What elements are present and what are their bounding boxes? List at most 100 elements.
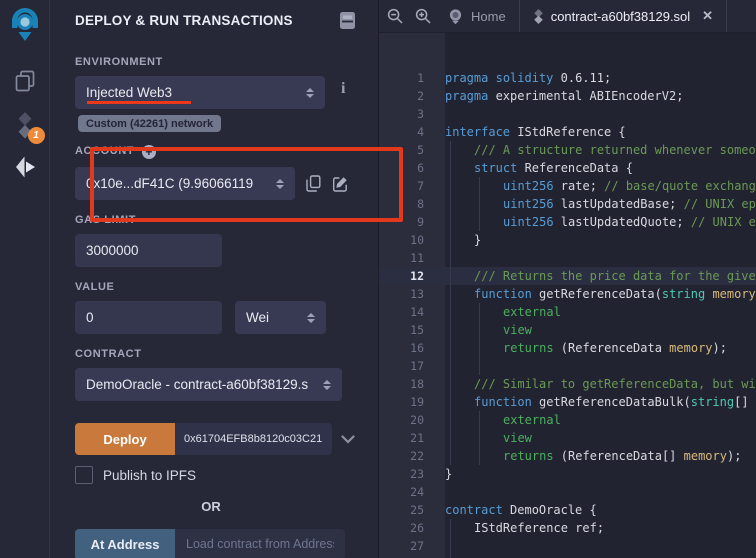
line-number: 2 bbox=[379, 87, 445, 105]
line-content: uint256 lastUpdatedBase; // UNIX epoch bbox=[445, 195, 756, 213]
compiler-badge: 1 bbox=[28, 127, 45, 144]
at-address-input[interactable] bbox=[175, 529, 345, 558]
deploy-run-icon[interactable] bbox=[12, 155, 38, 179]
code-line[interactable]: 15view bbox=[379, 321, 756, 339]
close-icon[interactable]: ✕ bbox=[702, 8, 713, 24]
code-line[interactable]: 24 bbox=[379, 483, 756, 501]
code-editor[interactable]: 1pragma solidity 0.6.11;2pragma experime… bbox=[379, 33, 756, 558]
line-number: 23 bbox=[379, 465, 445, 483]
code-line[interactable]: 3 bbox=[379, 105, 756, 123]
code-line[interactable]: 23} bbox=[379, 465, 756, 483]
code-line[interactable]: 27 bbox=[379, 537, 756, 555]
panel-title: DEPLOY & RUN TRANSACTIONS bbox=[75, 13, 293, 28]
account-label: ACCOUNT bbox=[75, 145, 134, 157]
copy-icon[interactable] bbox=[306, 175, 321, 192]
line-content: /// A structure returned whenever someon… bbox=[445, 141, 756, 159]
line-content: pragma solidity 0.6.11; bbox=[445, 69, 756, 87]
code-line[interactable]: 17 bbox=[379, 357, 756, 375]
deploy-run-panel: DEPLOY & RUN TRANSACTIONS ENVIRONMENT In… bbox=[50, 0, 378, 558]
line-content bbox=[445, 537, 756, 555]
remix-ide: 1 DEPLOY & RUN TRANSACTIONS ENVIRONMENT bbox=[0, 0, 756, 558]
tab-label: contract-a60bf38129.sol bbox=[551, 9, 690, 24]
line-content: uint256 lastUpdatedQuote; // UNIX epoch bbox=[445, 213, 756, 231]
line-content bbox=[445, 249, 756, 267]
line-number: 4 bbox=[379, 123, 445, 141]
code-line[interactable]: 6struct ReferenceData { bbox=[379, 159, 756, 177]
value-unit: Wei bbox=[246, 310, 301, 325]
line-number: 7 bbox=[379, 177, 445, 195]
line-number: 5 bbox=[379, 141, 445, 159]
chevron-down-icon[interactable] bbox=[341, 435, 355, 444]
account-value: 0x10e...dF41C (9.96066119 bbox=[86, 176, 270, 191]
solidity-file-icon bbox=[533, 9, 544, 24]
line-content: returns (ReferenceData memory); bbox=[445, 339, 756, 357]
line-content: view bbox=[445, 321, 756, 339]
line-content: struct ReferenceData { bbox=[445, 159, 756, 177]
tab-home[interactable]: Home bbox=[441, 0, 519, 32]
info-icon[interactable]: i bbox=[341, 80, 345, 98]
home-icon bbox=[447, 8, 464, 25]
line-content: IStdReference ref; bbox=[445, 519, 756, 537]
line-number: 26 bbox=[379, 519, 445, 537]
code-line[interactable]: 2pragma experimental ABIEncoderV2; bbox=[379, 87, 756, 105]
contract-label: CONTRACT bbox=[75, 348, 378, 360]
select-arrows-icon bbox=[323, 380, 331, 390]
zoom-in-icon[interactable] bbox=[415, 8, 431, 24]
code-line[interactable]: 8uint256 lastUpdatedBase; // UNIX epoch bbox=[379, 195, 756, 213]
gas-limit-input[interactable] bbox=[75, 234, 222, 267]
add-account-icon[interactable]: + bbox=[142, 145, 156, 159]
code-line[interactable]: 1pragma solidity 0.6.11; bbox=[379, 69, 756, 87]
line-number: 15 bbox=[379, 321, 445, 339]
contract-select[interactable]: DemoOracle - contract-a60bf38129.s bbox=[75, 368, 342, 401]
code-line[interactable]: 4interface IStdReference { bbox=[379, 123, 756, 141]
code-line[interactable]: 13function getReferenceData(string memor… bbox=[379, 285, 756, 303]
code-line[interactable]: 20external bbox=[379, 411, 756, 429]
line-content: interface IStdReference { bbox=[445, 123, 756, 141]
code-line[interactable]: 26IStdReference ref; bbox=[379, 519, 756, 537]
gas-limit-label: GAS LIMIT bbox=[75, 214, 378, 226]
code-line[interactable]: 16returns (ReferenceData memory); bbox=[379, 339, 756, 357]
code-line[interactable]: 7uint256 rate; // base/quote exchange bbox=[379, 177, 756, 195]
value-label: VALUE bbox=[75, 281, 378, 293]
activity-bar: 1 bbox=[0, 0, 50, 558]
zoom-out-icon[interactable] bbox=[387, 8, 403, 24]
line-number: 10 bbox=[379, 231, 445, 249]
journal-icon[interactable] bbox=[340, 12, 355, 29]
line-number: 13 bbox=[379, 285, 445, 303]
code-line[interactable]: 22returns (ReferenceData[] memory); bbox=[379, 447, 756, 465]
at-address-button[interactable]: At Address bbox=[75, 529, 175, 558]
deploy-button[interactable]: Deploy bbox=[75, 423, 175, 455]
remix-logo-icon[interactable] bbox=[6, 8, 44, 44]
edit-icon[interactable] bbox=[332, 176, 348, 192]
code-line[interactable]: 11 bbox=[379, 249, 756, 267]
solidity-compiler-icon[interactable]: 1 bbox=[14, 112, 36, 139]
code-line[interactable]: 25contract DemoOracle { bbox=[379, 501, 756, 519]
line-content: pragma experimental ABIEncoderV2; bbox=[445, 87, 756, 105]
value-unit-select[interactable]: Wei bbox=[235, 301, 326, 334]
select-arrows-icon bbox=[276, 179, 284, 189]
line-number: 12 bbox=[379, 267, 445, 285]
line-content: } bbox=[445, 465, 756, 483]
editor-tab-bar: Home contract-a60bf38129.sol ✕ bbox=[379, 0, 756, 33]
line-content: function getReferenceDataBulk(string[] bbox=[445, 393, 756, 411]
line-number: 9 bbox=[379, 213, 445, 231]
file-explorer-icon[interactable] bbox=[12, 68, 38, 94]
code-line[interactable]: 21view bbox=[379, 429, 756, 447]
code-line[interactable]: 5/// A structure returned whenever someo… bbox=[379, 141, 756, 159]
publish-ipfs-checkbox[interactable] bbox=[75, 466, 93, 484]
code-line[interactable]: 12/// Returns the price data for the giv… bbox=[379, 267, 756, 285]
line-content bbox=[445, 357, 756, 375]
value-input[interactable] bbox=[75, 301, 222, 334]
code-line[interactable]: 9uint256 lastUpdatedQuote; // UNIX epoch bbox=[379, 213, 756, 231]
code-line[interactable]: 10} bbox=[379, 231, 756, 249]
deploy-address-input[interactable] bbox=[175, 423, 332, 455]
code-area: 1pragma solidity 0.6.11;2pragma experime… bbox=[379, 69, 756, 558]
code-line[interactable]: 18/// Similar to getReferenceData, but w… bbox=[379, 375, 756, 393]
account-select[interactable]: 0x10e...dF41C (9.96066119 bbox=[75, 167, 295, 200]
line-number: 21 bbox=[379, 429, 445, 447]
tab-contract-file[interactable]: contract-a60bf38129.sol ✕ bbox=[519, 0, 727, 32]
environment-select[interactable]: Injected Web3 bbox=[75, 76, 325, 109]
line-number: 14 bbox=[379, 303, 445, 321]
code-line[interactable]: 14external bbox=[379, 303, 756, 321]
code-line[interactable]: 19function getReferenceDataBulk(string[] bbox=[379, 393, 756, 411]
